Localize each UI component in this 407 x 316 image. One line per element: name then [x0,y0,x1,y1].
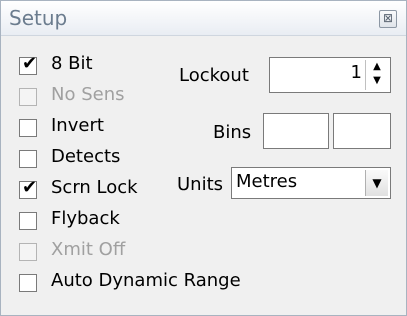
label-invert: Invert [51,115,104,136]
units-label: Units [177,174,224,195]
title-bar[interactable]: Setup ⊠ [1,1,406,36]
label-scrn-lock: Scrn Lock [51,177,138,198]
checkbox-no-sens [19,88,37,106]
label-8-bit: 8 Bit [51,53,93,74]
label-detects: Detects [51,146,121,167]
lockout-label: Lockout [179,65,249,86]
lockout-value: 1 [350,62,362,83]
bins-label: Bins [213,122,252,143]
spinner-buttons[interactable]: ▲ ▼ [365,60,388,90]
dropdown-chevron-icon[interactable]: ▼ [365,170,388,196]
label-no-sens: No Sens [51,84,125,105]
checkbox-auto-dynamic-range[interactable] [19,274,37,292]
check-icon: ✔ [22,177,38,198]
bins-field-2[interactable] [333,113,391,149]
bins-field-1[interactable] [263,113,329,149]
checkbox-8-bit[interactable]: ✔ [19,53,37,75]
setup-window: Setup ⊠ ✔ 8 Bit No Sens Invert Detects ✔… [0,0,407,316]
window-title: Setup [9,6,68,30]
setup-panel: ✔ 8 Bit No Sens Invert Detects ✔ Scrn Lo… [7,43,394,309]
label-auto-dynamic-range: Auto Dynamic Range [51,270,241,291]
checkbox-xmit-off [19,243,37,261]
spin-up-icon[interactable]: ▲ [366,60,388,74]
close-icon[interactable]: ⊠ [379,10,397,28]
spin-down-icon[interactable]: ▼ [366,74,388,88]
label-xmit-off: Xmit Off [51,239,126,260]
units-selected-value: Metres [236,171,298,192]
checkbox-detects[interactable] [19,150,37,168]
checkbox-flyback[interactable] [19,212,37,230]
label-flyback: Flyback [51,208,120,229]
checkbox-scrn-lock[interactable]: ✔ [19,177,37,199]
checkbox-invert[interactable] [19,119,37,137]
lockout-spinner[interactable]: 1 ▲ ▼ [269,57,391,93]
units-select[interactable]: Metres ▼ [231,167,391,199]
check-icon: ✔ [22,53,38,74]
